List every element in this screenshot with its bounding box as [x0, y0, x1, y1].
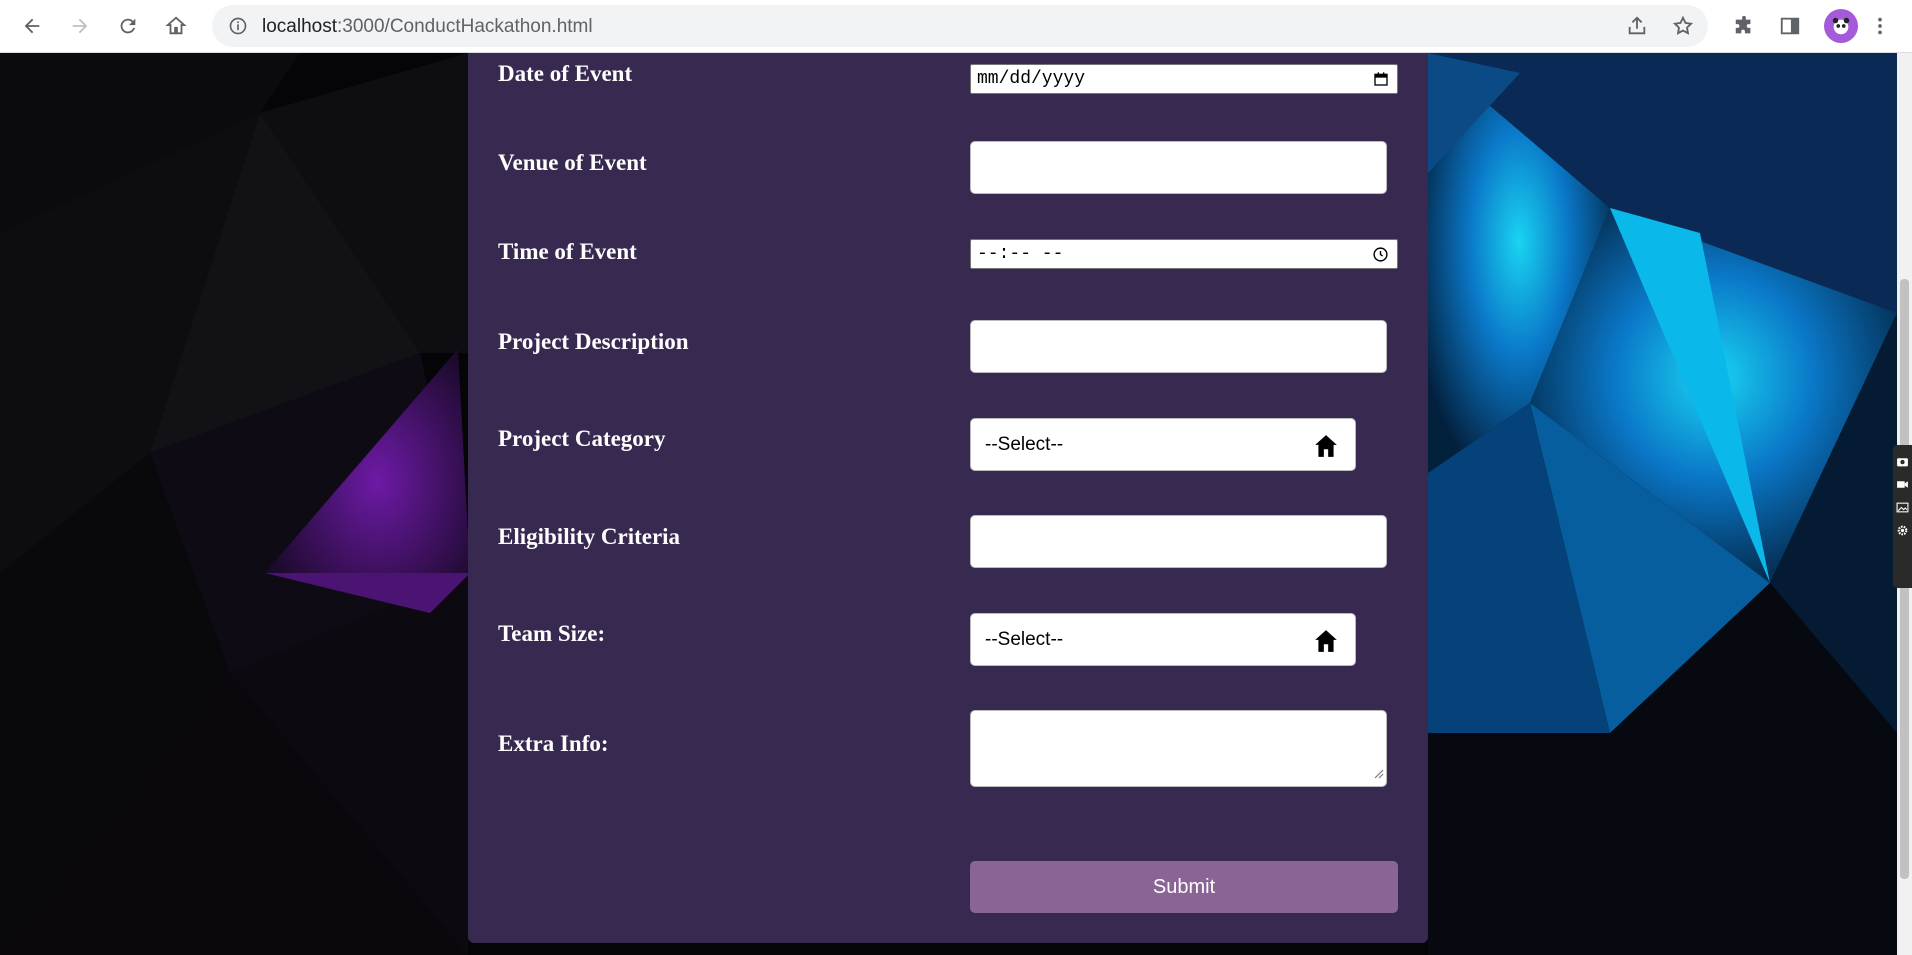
- venue-of-event-input[interactable]: [970, 141, 1387, 194]
- video-icon[interactable]: [1896, 478, 1909, 491]
- url-path: :3000/ConductHackathon.html: [337, 16, 593, 37]
- extra-info-label: Extra Info:: [498, 731, 609, 756]
- panda-avatar-icon: [1832, 17, 1850, 35]
- team-size-value: --Select--: [985, 628, 1064, 650]
- extra-info-textarea[interactable]: [970, 710, 1387, 787]
- extension-side-toolbar: [1893, 445, 1912, 588]
- project-description-input[interactable]: [970, 320, 1387, 373]
- hackathon-form-card: Date of Event mm/dd/yyyy Venue of Event …: [468, 53, 1428, 943]
- forward-button[interactable]: [64, 10, 96, 42]
- project-category-value: --Select--: [985, 433, 1064, 455]
- profile-avatar[interactable]: [1824, 9, 1858, 43]
- side-panel-icon: [1780, 17, 1800, 35]
- site-info-icon[interactable]: [228, 16, 248, 41]
- team-size-select[interactable]: --Select--: [970, 613, 1356, 666]
- puzzle-icon: [1735, 15, 1751, 34]
- page-viewport: Date of Event mm/dd/yyyy Venue of Event …: [0, 53, 1897, 955]
- browser-toolbar: localhost:3000/ConductHackathon.html: [0, 0, 1912, 53]
- project-description-label: Project Description: [498, 329, 689, 354]
- gallery-icon[interactable]: [1896, 501, 1909, 514]
- url-host: localhost: [262, 16, 337, 37]
- home-icon: [1313, 433, 1339, 465]
- date-of-event-input[interactable]: mm/dd/yyyy: [970, 64, 1398, 94]
- date-of-event-label: Date of Event: [498, 61, 633, 86]
- arrow-left-icon: [24, 18, 40, 34]
- extensions-button[interactable]: [1728, 10, 1760, 42]
- share-icon[interactable]: [1626, 15, 1648, 37]
- reload-button[interactable]: [112, 10, 144, 42]
- reload-icon: [120, 18, 136, 34]
- back-button[interactable]: [16, 10, 48, 42]
- date-placeholder: mm/dd/yyyy: [977, 69, 1086, 89]
- resize-grip-icon[interactable]: [1372, 766, 1384, 784]
- project-category-select[interactable]: --Select--: [970, 418, 1356, 471]
- address-bar[interactable]: localhost:3000/ConductHackathon.html: [212, 5, 1708, 47]
- eligibility-criteria-input[interactable]: [970, 515, 1387, 568]
- clock-icon[interactable]: [1372, 246, 1389, 269]
- arrow-right-icon: [72, 18, 88, 34]
- home-button[interactable]: [160, 10, 192, 42]
- gear-icon[interactable]: [1896, 524, 1909, 537]
- kebab-menu-icon: [1878, 17, 1882, 35]
- camera-icon[interactable]: [1896, 455, 1909, 468]
- time-of-event-label: Time of Event: [498, 239, 637, 264]
- calendar-icon[interactable]: [1373, 71, 1389, 93]
- browser-menu-button[interactable]: [1864, 10, 1896, 42]
- team-size-label: Team Size:: [498, 621, 606, 646]
- side-panel-button[interactable]: [1774, 10, 1806, 42]
- time-placeholder: --:-- --: [977, 244, 1064, 264]
- time-of-event-input[interactable]: --:-- --: [970, 239, 1398, 269]
- eligibility-criteria-label: Eligibility Criteria: [498, 524, 681, 549]
- project-category-label: Project Category: [498, 426, 666, 451]
- home-icon: [165, 16, 187, 35]
- url-text[interactable]: localhost:3000/ConductHackathon.html: [262, 16, 593, 38]
- home-icon: [1313, 628, 1339, 660]
- submit-button[interactable]: Submit: [970, 861, 1398, 913]
- venue-of-event-label: Venue of Event: [498, 150, 647, 175]
- bookmark-star-icon[interactable]: [1672, 15, 1694, 37]
